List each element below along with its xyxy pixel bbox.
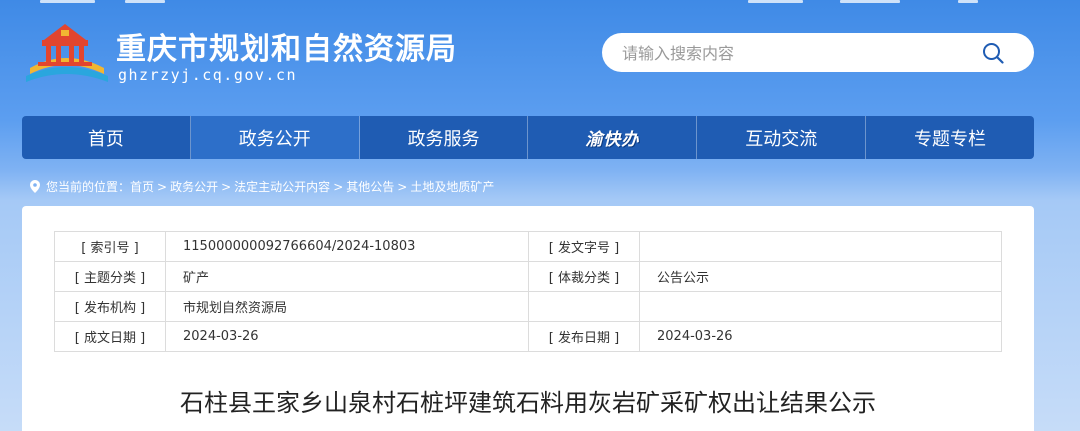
breadcrumb-separator: > — [397, 179, 408, 194]
nav-item-gov-services[interactable]: 政务服务 — [360, 116, 529, 159]
breadcrumb-separator: > — [333, 179, 344, 194]
breadcrumb-prefix: 您当前的位置： — [46, 180, 131, 194]
meta-label: [ 发文字号 ] — [528, 231, 640, 262]
breadcrumb-link-gov-affairs[interactable]: 政务公开 — [170, 178, 218, 195]
meta-label: [ 索引号 ] — [54, 231, 166, 262]
table-row: [ 索引号 ] 115000000092766604/2024-10803 [ … — [54, 231, 1002, 262]
table-row: [ 主题分类 ] 矿产 [ 体裁分类 ] 公告公示 — [54, 261, 1002, 292]
meta-label: [ 体裁分类 ] — [528, 261, 640, 292]
table-row: [ 成文日期 ] 2024-03-26 [ 发布日期 ] 2024-03-26 — [54, 321, 1002, 352]
site-domain: ghzrzyj.cq.gov.cn — [118, 66, 298, 84]
breadcrumb-link-other-notices[interactable]: 其他公告 — [346, 178, 394, 195]
meta-empty-cell — [639, 291, 1002, 322]
table-row: [ 发布机构 ] 市规划自然资源局 — [54, 291, 1002, 322]
main-nav: 首页 政务公开 政务服务 渝快办 互动交流 专题专栏 — [22, 116, 1034, 159]
nav-item-gov-affairs-public[interactable]: 政务公开 — [190, 116, 360, 159]
location-pin-icon — [30, 180, 40, 193]
breadcrumb-separator: > — [157, 179, 168, 194]
breadcrumb: 您当前的位置： 首页 > 政务公开 > 法定主动公开内容 > 其他公告 > 土地… — [30, 178, 494, 195]
meta-value-published: 2024-03-26 — [639, 321, 1002, 352]
breadcrumb-link-land-minerals[interactable]: 土地及地质矿产 — [410, 178, 494, 195]
search-icon[interactable] — [982, 42, 1004, 64]
meta-value-genre: 公告公示 — [639, 261, 1002, 292]
search-box[interactable] — [602, 33, 1034, 72]
breadcrumb-link-home[interactable]: 首页 — [130, 178, 154, 195]
site-title: 重庆市规划和自然资源局 — [116, 32, 457, 67]
top-strip — [0, 0, 1080, 6]
document-meta-table: [ 索引号 ] 115000000092766604/2024-10803 [ … — [54, 231, 1002, 352]
breadcrumb-separator: > — [221, 179, 232, 194]
nav-item-yukuaiban[interactable]: 渝快办 — [528, 116, 698, 159]
meta-value-doc-no — [639, 231, 1002, 262]
nav-item-interaction[interactable]: 互动交流 — [697, 116, 867, 159]
nav-item-special-topics[interactable]: 专题专栏 — [866, 116, 1034, 159]
article-title: 石柱县王家乡山泉村石桩坪建筑石料用灰岩矿采矿权出让结果公示 — [180, 389, 876, 417]
meta-label: [ 发布机构 ] — [54, 291, 166, 322]
meta-value-publisher: 市规划自然资源局 — [165, 291, 529, 322]
search-input[interactable] — [622, 42, 962, 64]
meta-value-index: 115000000092766604/2024-10803 — [165, 231, 529, 262]
meta-label: [ 发布日期 ] — [528, 321, 640, 352]
meta-value-created: 2024-03-26 — [165, 321, 529, 352]
meta-empty-cell — [528, 291, 640, 322]
content-panel: [ 索引号 ] 115000000092766604/2024-10803 [ … — [22, 206, 1034, 431]
meta-value-topic: 矿产 — [165, 261, 529, 292]
government-building-logo-icon — [26, 24, 108, 82]
meta-label: [ 成文日期 ] — [54, 321, 166, 352]
nav-item-home[interactable]: 首页 — [22, 116, 191, 159]
meta-label: [ 主题分类 ] — [54, 261, 166, 292]
breadcrumb-link-statutory[interactable]: 法定主动公开内容 — [234, 178, 330, 195]
